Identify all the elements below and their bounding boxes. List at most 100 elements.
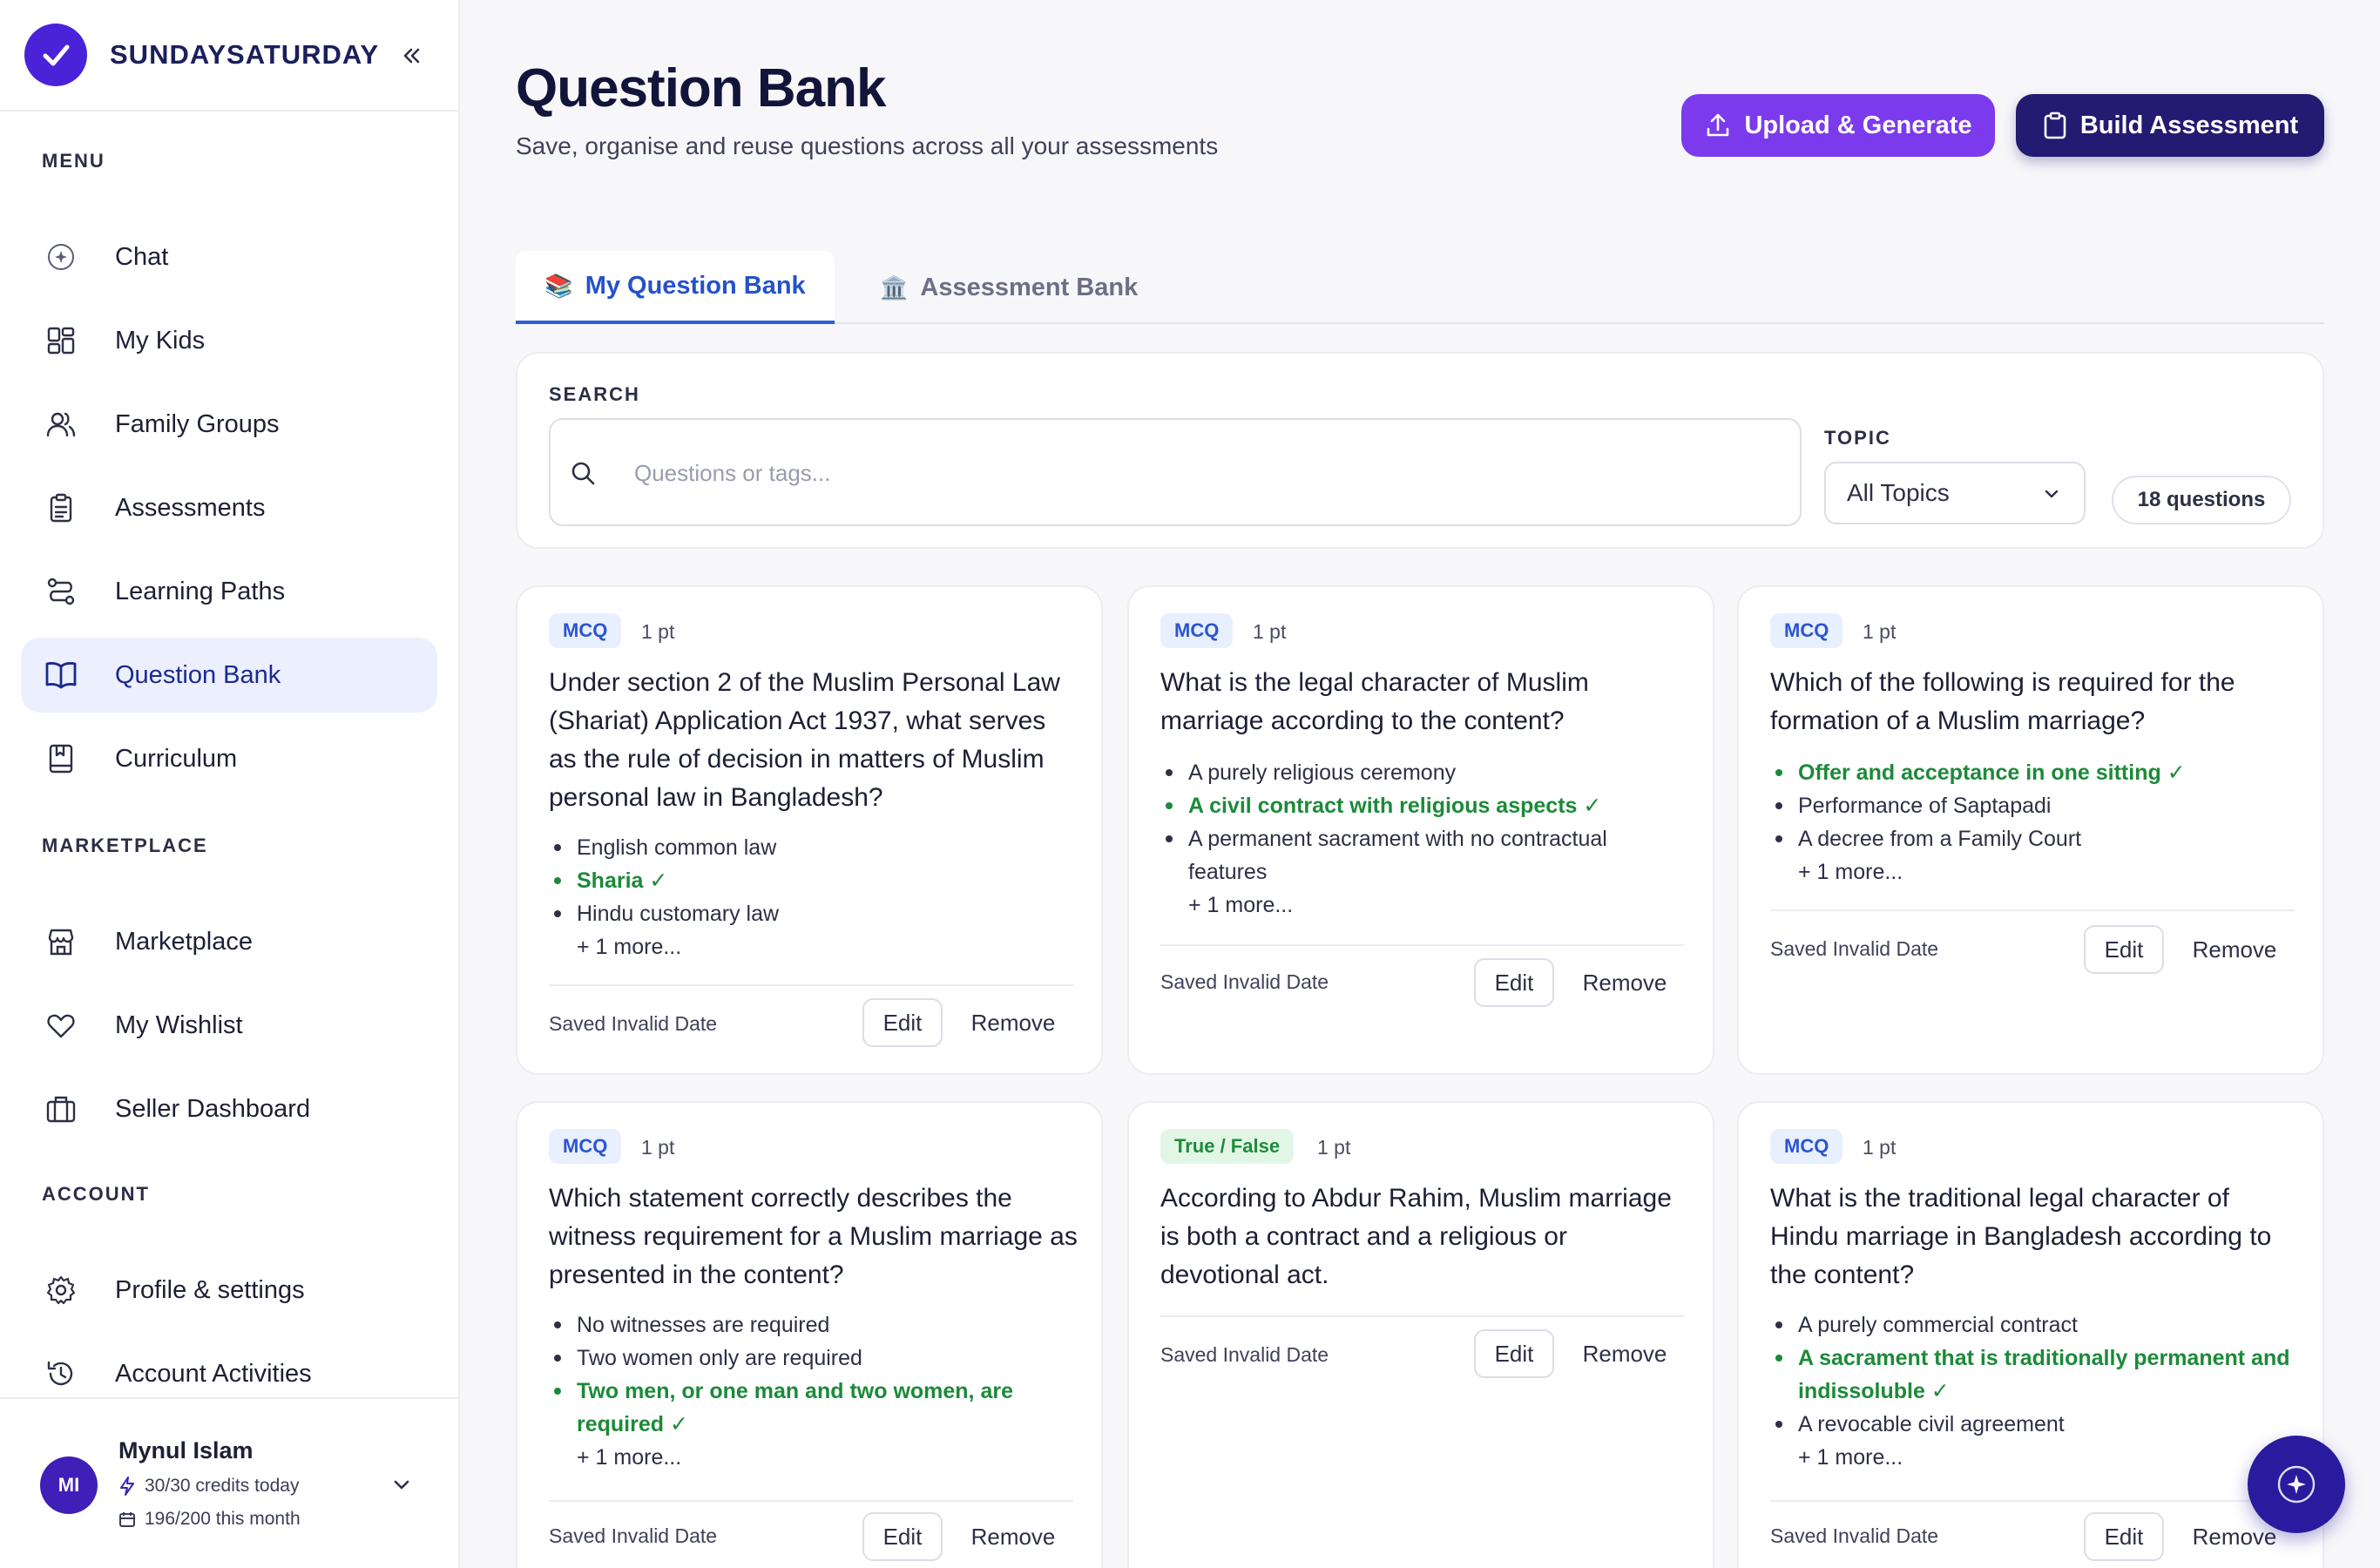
- question-text: According to Abdur Rahim, Muslim marriag…: [1160, 1184, 1672, 1289]
- option-item-correct: A sacrament that is traditionally perman…: [1770, 1342, 2302, 1408]
- sidebar-item-label: Marketplace: [115, 927, 253, 956]
- card-divider: [549, 984, 1073, 986]
- sidebar-item-question-bank[interactable]: Question Bank: [21, 638, 437, 713]
- question-type-badge: MCQ: [1770, 613, 1843, 648]
- sidebar-item-learning-paths[interactable]: Learning Paths: [21, 554, 437, 629]
- topic-label: TOPIC: [1824, 427, 1891, 449]
- books-icon: 📚: [544, 272, 573, 299]
- question-count-badge: 18 questions: [2112, 476, 2291, 524]
- route-icon: [42, 572, 80, 611]
- edit-button[interactable]: Edit: [862, 998, 943, 1047]
- more-options-link[interactable]: + 1 more...: [549, 930, 1080, 963]
- card-divider: [549, 1500, 1073, 1502]
- sidebar-item-label: Account Activities: [115, 1359, 312, 1388]
- more-options-link[interactable]: + 1 more...: [1770, 855, 2302, 889]
- sidebar-item-chat[interactable]: Chat: [21, 220, 437, 294]
- option-item-correct: A civil contract with religious aspects …: [1160, 789, 1692, 822]
- upload-icon: [1707, 113, 1729, 137]
- sidebar-item-marketplace[interactable]: Marketplace: [21, 904, 437, 979]
- option-item-correct: Sharia ✓: [549, 864, 1080, 897]
- gear-icon: [42, 1271, 80, 1309]
- upload-generate-button[interactable]: Upload & Generate: [1681, 94, 1995, 157]
- heart-icon: [42, 1006, 80, 1044]
- option-item: No witnesses are required: [549, 1308, 1080, 1342]
- sidebar-item-curriculum[interactable]: Curriculum: [21, 721, 437, 796]
- remove-button[interactable]: Remove: [2178, 925, 2291, 974]
- question-type-badge: MCQ: [549, 1129, 622, 1164]
- grid-icon: [42, 321, 80, 360]
- sidebar-item-my-kids[interactable]: My Kids: [21, 303, 437, 378]
- chevron-down-icon: [2040, 483, 2063, 511]
- edit-button[interactable]: Edit: [862, 1512, 943, 1561]
- remove-button[interactable]: Remove: [957, 998, 1070, 1047]
- search-label: SEARCH: [549, 383, 640, 405]
- question-text: Under section 2 of the Muslim Personal L…: [549, 668, 1060, 812]
- question-type-badge: MCQ: [549, 613, 622, 648]
- collapse-sidebar-icon[interactable]: [394, 38, 429, 73]
- edit-button[interactable]: Edit: [2084, 925, 2164, 974]
- sidebar-item-label: Learning Paths: [115, 577, 286, 605]
- page-title: Question Bank: [516, 58, 887, 118]
- sidebar-item-label: Chat: [115, 242, 169, 271]
- history-icon: [42, 1355, 80, 1393]
- sidebar-item-my-wishlist[interactable]: My Wishlist: [21, 988, 437, 1063]
- search-box[interactable]: [549, 418, 1802, 526]
- saved-date: Saved Invalid Date: [1160, 970, 1329, 993]
- remove-button[interactable]: Remove: [957, 1512, 1070, 1561]
- sidebar-item-label: Question Bank: [115, 660, 281, 689]
- option-item: A purely commercial contract: [1770, 1308, 2302, 1342]
- question-points: 1 pt: [1863, 1136, 1897, 1159]
- question-type-badge: MCQ: [1770, 1129, 1843, 1164]
- ai-assistant-button[interactable]: [2248, 1436, 2345, 1533]
- card-divider: [1770, 1500, 2295, 1502]
- option-item: Performance of Saptapadi: [1770, 789, 2302, 822]
- sidebar-item-family-groups[interactable]: Family Groups: [21, 387, 437, 462]
- option-item: A revocable civil agreement: [1770, 1408, 2302, 1441]
- question-points: 1 pt: [1317, 1136, 1351, 1159]
- brand-logo-icon[interactable]: [24, 24, 87, 86]
- question-points: 1 pt: [641, 1136, 675, 1159]
- chevron-down-icon[interactable]: [389, 1472, 415, 1503]
- option-item: Hindu customary law: [549, 897, 1080, 930]
- page-subtitle: Save, organise and reuse questions acros…: [516, 132, 1219, 159]
- clipboard-icon: [42, 489, 80, 527]
- sidebar-item-profile-settings[interactable]: Profile & settings: [21, 1253, 437, 1328]
- option-item-correct: Two men, or one man and two women, are r…: [549, 1375, 1080, 1441]
- option-item: English common law: [549, 831, 1080, 864]
- option-item: A permanent sacrament with no contractua…: [1160, 822, 1692, 889]
- more-options-link[interactable]: + 1 more...: [1160, 889, 1692, 922]
- search-input[interactable]: [634, 451, 1767, 495]
- more-options-link[interactable]: + 1 more...: [549, 1441, 1080, 1474]
- build-assessment-button[interactable]: Build Assessment: [2016, 94, 2324, 157]
- tab-my-question-bank[interactable]: 📚 My Question Bank: [516, 251, 835, 324]
- sidebar-item-assessments[interactable]: Assessments: [21, 470, 437, 545]
- sidebar-item-label: Seller Dashboard: [115, 1094, 311, 1123]
- question-card: True / False 1 pt According to Abdur Rah…: [1127, 1101, 1714, 1568]
- sidebar-item-seller-dashboard[interactable]: Seller Dashboard: [21, 1071, 437, 1146]
- remove-button[interactable]: Remove: [1568, 958, 1681, 1007]
- question-card: MCQ 1 pt Which of the following is requi…: [1737, 585, 2324, 1075]
- question-points: 1 pt: [1253, 620, 1287, 643]
- marketplace-section-label: MARKETPLACE: [42, 835, 208, 856]
- question-card: MCQ 1 pt What is the legal character of …: [1127, 585, 1714, 1075]
- sidebar-item-label: My Wishlist: [115, 1010, 243, 1039]
- question-points: 1 pt: [641, 620, 675, 643]
- edit-button[interactable]: Edit: [1474, 1329, 1554, 1378]
- remove-button[interactable]: Remove: [1568, 1329, 1681, 1378]
- brand: SUNDAYSATURDAY: [0, 0, 458, 112]
- bank-building-icon: 🏛️: [880, 274, 909, 301]
- menu-section-label: MENU: [42, 150, 105, 172]
- edit-button[interactable]: Edit: [1474, 958, 1554, 1007]
- notebook-icon: [42, 740, 80, 778]
- tab-assessment-bank[interactable]: 🏛️ Assessment Bank: [880, 251, 1138, 324]
- saved-date: Saved Invalid Date: [549, 1012, 718, 1035]
- more-options-link[interactable]: + 1 more...: [1770, 1441, 2302, 1474]
- user-name: Mynul Islam: [118, 1437, 254, 1463]
- account-section-label: ACCOUNT: [42, 1183, 150, 1205]
- lightning-icon: [120, 1477, 134, 1496]
- user-profile-menu[interactable]: MI Mynul Islam 30/30 credits today 196/2…: [0, 1397, 458, 1568]
- topic-select-value: All Topics: [1847, 479, 1950, 506]
- sparkle-icon: [2277, 1465, 2316, 1504]
- edit-button[interactable]: Edit: [2084, 1512, 2164, 1561]
- topic-select[interactable]: All Topics: [1824, 462, 2086, 524]
